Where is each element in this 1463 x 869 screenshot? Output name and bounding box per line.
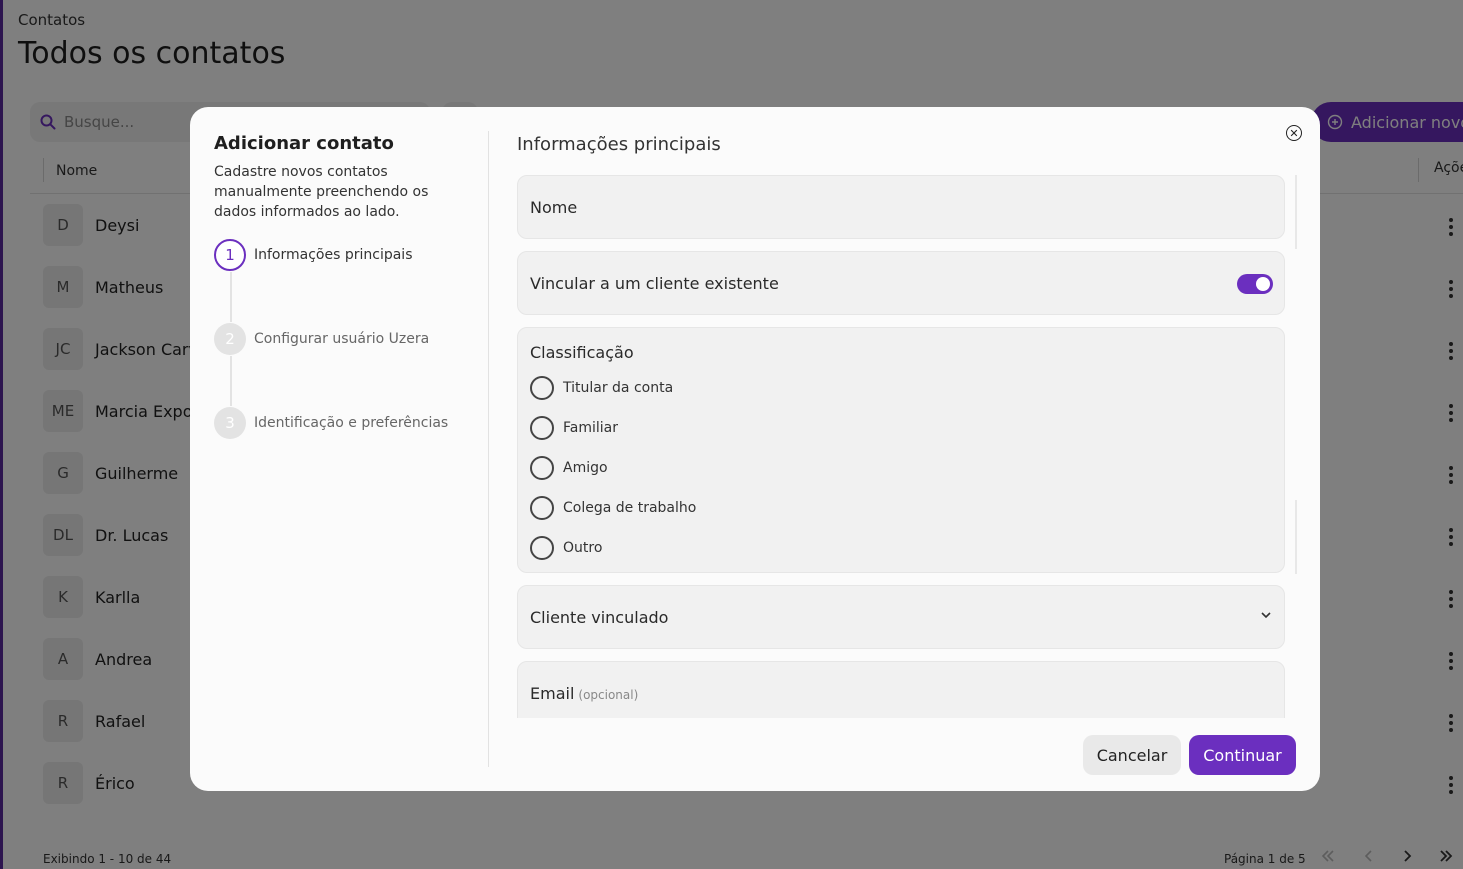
radio-familiar[interactable]: Familiar xyxy=(530,416,618,440)
radio-label: Titular da conta xyxy=(563,380,674,396)
form-scroll-area[interactable]: Nome Vincular a um cliente existente Cla… xyxy=(517,175,1285,718)
modal-description: Cadastre novos contatos manualmente pree… xyxy=(214,164,429,220)
step-number: 2 xyxy=(214,323,246,355)
radio-button[interactable] xyxy=(530,456,554,480)
link-client-toggle[interactable] xyxy=(1237,274,1273,294)
classification-label: Classificação xyxy=(530,343,634,362)
chevron-down-icon xyxy=(1261,612,1271,619)
step-label: Configurar usuário Uzera xyxy=(254,331,430,347)
radio-label: Colega de trabalho xyxy=(563,500,697,516)
step-number: 3 xyxy=(214,407,246,439)
step-3: 3 Identificação e preferências xyxy=(214,407,448,439)
cancel-button[interactable]: Cancelar xyxy=(1083,735,1181,775)
toggle-knob xyxy=(1256,277,1270,291)
modal-title: Adicionar contato xyxy=(214,133,394,154)
radio-amigo[interactable]: Amigo xyxy=(530,456,608,480)
step-1: 1 Informações principais xyxy=(214,239,412,271)
step-connector xyxy=(230,272,232,322)
step-number: 1 xyxy=(214,239,246,271)
step-label: Informações principais xyxy=(254,247,413,263)
radio-colega[interactable]: Colega de trabalho xyxy=(530,496,696,520)
radio-label: Amigo xyxy=(563,460,608,476)
radio-titular[interactable]: Titular da conta xyxy=(530,376,673,400)
classification-card: Classificação Titular da conta Familiar … xyxy=(517,327,1285,573)
radio-button[interactable] xyxy=(530,536,554,560)
steps-panel: Adicionar contato Cadastre novos contato… xyxy=(214,133,474,222)
form-section-title: Informações principais xyxy=(517,134,721,155)
modal-divider xyxy=(488,131,489,767)
link-client-toggle-card: Vincular a um cliente existente xyxy=(517,251,1285,315)
scrollbar[interactable] xyxy=(1295,500,1297,574)
link-client-label: Vincular a um cliente existente xyxy=(530,274,779,293)
radio-label: Familiar xyxy=(563,420,618,436)
email-field-label: Email xyxy=(530,684,575,703)
step-label: Identificação e preferências xyxy=(254,415,449,431)
close-icon[interactable]: ✕ xyxy=(1286,125,1302,141)
name-field[interactable]: Nome xyxy=(517,175,1285,239)
linked-client-label: Cliente vinculado xyxy=(530,608,669,627)
radio-label: Outro xyxy=(563,540,603,556)
radio-button[interactable] xyxy=(530,496,554,520)
email-field[interactable]: Email (opcional) xyxy=(517,661,1285,718)
radio-button[interactable] xyxy=(530,416,554,440)
continue-button[interactable]: Continuar xyxy=(1189,735,1296,775)
scrollbar[interactable] xyxy=(1295,175,1297,249)
step-connector xyxy=(230,356,232,406)
email-field-label-wrap: Email (opcional) xyxy=(530,684,638,703)
radio-outro[interactable]: Outro xyxy=(530,536,602,560)
radio-button[interactable] xyxy=(530,376,554,400)
step-2: 2 Configurar usuário Uzera xyxy=(214,323,429,355)
optional-hint: (opcional) xyxy=(578,688,639,702)
name-field-label: Nome xyxy=(530,198,578,217)
linked-client-select[interactable]: Cliente vinculado xyxy=(517,585,1285,649)
